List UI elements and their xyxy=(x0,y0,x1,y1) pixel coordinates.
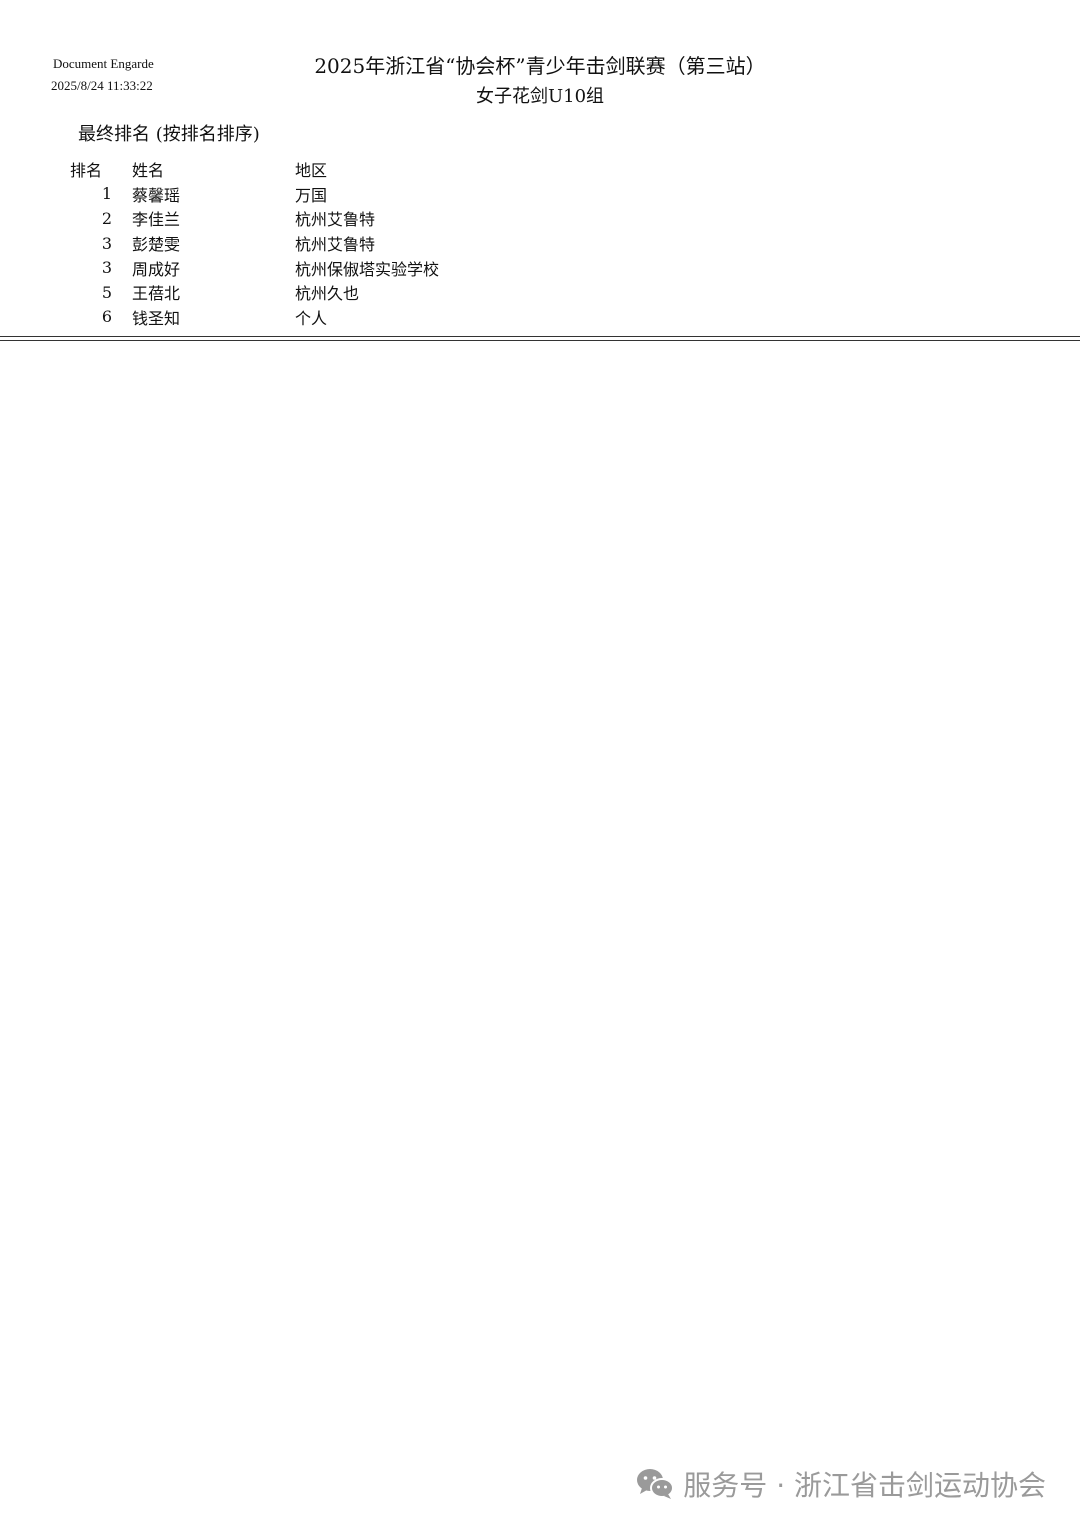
column-header-name: 姓名 xyxy=(132,161,165,181)
rank-cell: 2 xyxy=(101,208,112,228)
name-cell: 蔡馨瑶 xyxy=(132,185,181,205)
name-cell: 李佳兰 xyxy=(132,210,181,230)
name-cell: 周成好 xyxy=(132,259,181,279)
watermark-text: 服务号 · 浙江省击剑运动协会 xyxy=(683,1469,1046,1502)
region-cell: 个人 xyxy=(295,308,328,328)
table-row: 5 王蓓北 杭州久也 xyxy=(70,280,439,305)
table-header-row: 排名 姓名 地区 xyxy=(70,157,439,182)
column-header-region: 地区 xyxy=(295,161,328,181)
region-cell: 杭州久也 xyxy=(295,284,360,304)
table-row: 3 彭楚雯 杭州艾鲁特 xyxy=(70,231,439,256)
rank-cell: 6 xyxy=(101,307,112,327)
table-row: 2 李佳兰 杭州艾鲁特 xyxy=(70,206,439,231)
table-row: 6 钱圣知 个人 xyxy=(70,305,439,330)
region-cell: 万国 xyxy=(295,185,328,205)
rank-cell: 5 xyxy=(101,282,112,302)
name-cell: 钱圣知 xyxy=(132,308,181,328)
rank-cell: 3 xyxy=(101,233,112,253)
name-cell: 王蓓北 xyxy=(132,284,181,304)
watermark: 服务号 · 浙江省击剑运动协会 xyxy=(635,1464,1046,1504)
table-bottom-rule-double xyxy=(0,340,1080,341)
results-table: 排名 姓名 地区 1 蔡馨瑶 万国 2 李佳兰 杭州艾鲁特 3 彭楚雯 杭州艾鲁… xyxy=(70,157,439,329)
rank-cell: 3 xyxy=(101,258,112,278)
column-header-rank: 排名 xyxy=(70,161,103,181)
name-cell: 彭楚雯 xyxy=(132,235,181,255)
region-cell: 杭州艾鲁特 xyxy=(295,235,376,255)
table-row: 1 蔡馨瑶 万国 xyxy=(70,182,439,207)
table-bottom-rule xyxy=(0,336,1080,337)
wechat-icon xyxy=(635,1467,675,1501)
region-cell: 杭州艾鲁特 xyxy=(295,210,376,230)
event-subtitle: 女子花剑U10组 xyxy=(475,86,605,107)
region-cell: 杭州保俶塔实验学校 xyxy=(295,259,440,279)
section-heading: 最终排名 (按排名排序) xyxy=(78,124,260,145)
rank-cell: 1 xyxy=(101,184,112,204)
table-row: 3 周成好 杭州保俶塔实验学校 xyxy=(70,255,439,280)
page-title: 2025年浙江省“协会杯”青少年击剑联赛（第三站） xyxy=(314,54,766,78)
